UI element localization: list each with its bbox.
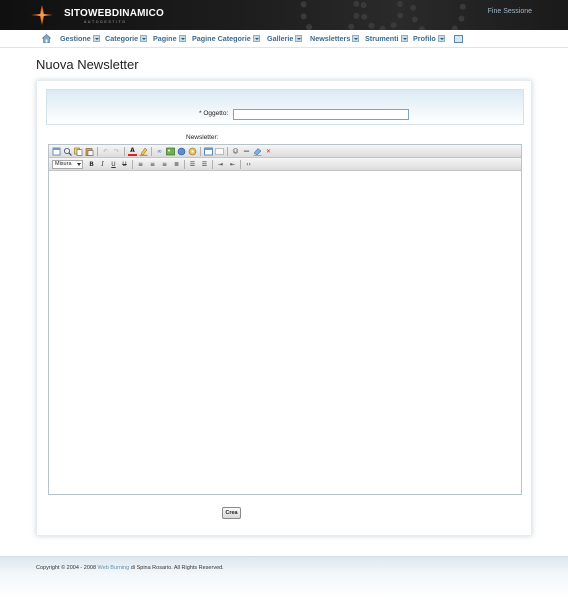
media-icon[interactable] [188,147,197,156]
chevron-down-icon[interactable] [295,35,303,42]
calendar-icon[interactable] [454,35,463,43]
chevron-down-icon[interactable] [352,35,360,42]
subject-input[interactable] [233,109,409,120]
nav-item-label: Newsletters [310,34,351,43]
toolbar-separator [151,147,152,156]
copyright-prefix: Copyright © 2004 - 2008 [36,565,97,571]
nav-item-label: Gallerie [267,34,294,43]
table-icon[interactable] [204,147,213,156]
brand-tagline: AUTOGESTITO [84,20,127,24]
gear-decoration [300,0,360,30]
toolbar-separator [184,160,185,169]
header-bar: SITOWEBDINAMICO AUTOGESTITO Fine Session… [0,0,568,30]
chevron-down-icon [77,163,81,166]
page-title: Nuova Newsletter [36,57,139,72]
subject-label: * Oggetto: [199,110,229,117]
justify-icon[interactable]: ≣ [172,160,181,169]
preview-icon[interactable] [63,147,72,156]
gear-decoration [360,0,404,30]
copyright-text: Copyright © 2004 - 2008 Web Burning di S… [36,565,224,571]
font-color-icon[interactable]: A [128,147,137,156]
font-size-select[interactable]: Misura [52,160,83,169]
flash-icon[interactable] [177,147,186,156]
toolbar-separator [240,160,241,169]
link-icon[interactable]: ∞ [155,147,164,156]
indent-icon[interactable]: ⇥ [216,160,225,169]
nav-item-gallerie[interactable]: Gallerie [267,34,303,43]
nav-item-pagine-categorie[interactable]: Pagine Categorie [192,34,260,43]
image-icon[interactable] [166,147,175,156]
align-right-icon[interactable]: ≡ [160,160,169,169]
nav-item-gestione[interactable]: Gestione [60,34,100,43]
rich-text-editor: ↶ ↷ A ∞ ☺ — ✕ Misura B I U U ≡ ≡ ≡ ≣ ☰ ☰… [48,144,522,495]
horizontal-rule-icon[interactable]: — [242,147,251,156]
source-code-icon[interactable]: ‹› [244,160,253,169]
footer: Copyright © 2004 - 2008 Web Burning di S… [0,556,568,600]
font-size-value: Misura [55,161,72,167]
outdent-icon[interactable]: ⇤ [228,160,237,169]
chevron-down-icon[interactable] [437,35,445,42]
nav-item-label: Categorie [105,34,139,43]
toolbar-separator [227,147,228,156]
nav-item-strumenti[interactable]: Strumenti [365,34,408,43]
ordered-list-icon[interactable]: ☰ [188,160,197,169]
redo-icon[interactable]: ↷ [112,147,121,156]
chevron-down-icon[interactable] [140,35,148,42]
site-logo[interactable]: SITOWEBDINAMICO AUTOGESTITO [30,3,190,27]
chevron-down-icon[interactable] [178,35,186,42]
editor-content-area[interactable] [49,172,521,494]
brand-name: SITOWEBDINAMICO [64,8,165,19]
align-left-icon[interactable]: ≡ [136,160,145,169]
nav-item-label: Pagine Categorie [192,34,251,43]
toolbar-separator [124,147,125,156]
unordered-list-icon[interactable]: ☰ [200,160,209,169]
toolbar-separator [97,147,98,156]
clear-format-icon[interactable] [253,147,262,156]
editor-toolbar-bottom: Misura B I U U ≡ ≡ ≡ ≣ ☰ ☰ ⇥ ⇤ ‹› [49,158,521,171]
nav-item-label: Gestione [60,34,91,43]
newsletter-label: Newsletter: [186,134,219,141]
toolbar-separator [212,160,213,169]
nav-item-categorie[interactable]: Categorie [105,34,148,43]
toolbar-separator [200,147,201,156]
subject-row: * Oggetto: [46,89,524,125]
nav-item-newsletters[interactable]: Newsletters [310,34,360,43]
chevron-down-icon[interactable] [92,35,100,42]
nav-item-label: Profilo [413,34,436,43]
italic-icon[interactable]: I [98,160,107,169]
undo-icon[interactable]: ↶ [101,147,110,156]
nav-item-label: Strumenti [365,34,399,43]
paste-icon[interactable] [85,147,94,156]
underline-icon[interactable]: U [109,160,118,169]
align-center-icon[interactable]: ≡ [148,160,157,169]
bold-icon[interactable]: B [87,160,96,169]
highlight-icon[interactable] [139,147,148,156]
form-icon[interactable] [215,147,224,156]
editor-toolbar-top: ↶ ↷ A ∞ ☺ — ✕ [49,145,521,158]
home-icon[interactable] [42,34,51,43]
newsletter-form-panel: * Oggetto: Newsletter: ↶ ↷ A ∞ ☺ — ✕ Mis… [36,80,532,536]
main-nav: Gestione Categorie Pagine Pagine Categor… [0,30,568,48]
strikethrough-icon[interactable]: U [120,160,129,169]
gear-decoration [410,0,466,30]
logout-link[interactable]: Fine Sessione [488,8,532,15]
new-document-icon[interactable] [52,147,61,156]
nav-item-profilo[interactable]: Profilo [413,34,445,43]
web-burning-link[interactable]: Web Burning [98,565,130,571]
copy-icon[interactable] [74,147,83,156]
copyright-suffix: di Spina Rosario. All Rights Reserved. [130,565,224,571]
nav-item-pagine[interactable]: Pagine [153,34,186,43]
toolbar-separator [132,160,133,169]
star-logo-icon [31,5,53,25]
nav-item-label: Pagine [153,34,177,43]
chevron-down-icon[interactable] [252,35,260,42]
chevron-down-icon[interactable] [400,35,408,42]
delete-icon[interactable]: ✕ [264,147,273,156]
special-char-icon[interactable]: ☺ [231,147,240,156]
create-button[interactable]: Crea [222,507,241,519]
